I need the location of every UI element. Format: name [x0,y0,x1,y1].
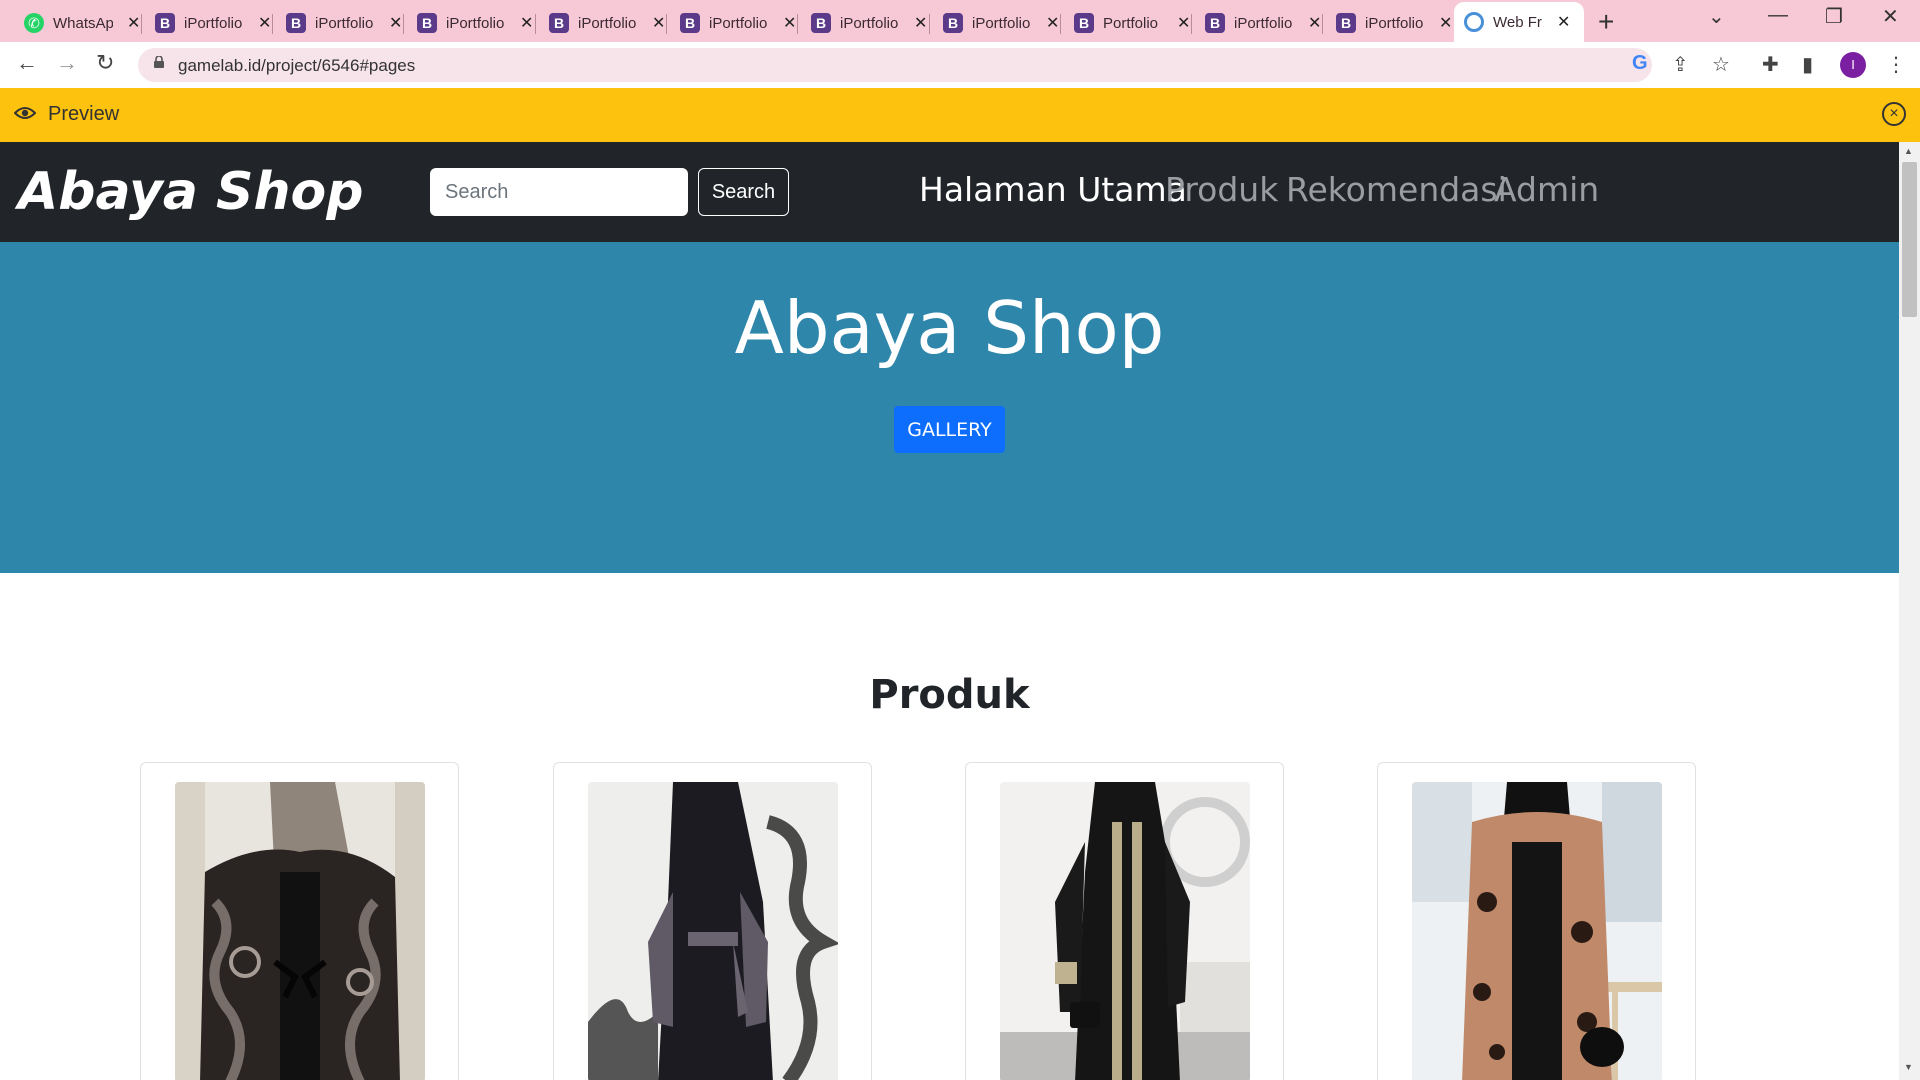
product-image [1412,782,1662,1080]
nav-link-halaman-utama[interactable]: Halaman Utama [919,170,1187,209]
tab-title: Portfolio [1103,14,1159,32]
whatsapp-icon: ✆ [24,13,44,33]
tab-close-icon[interactable]: ✕ [914,13,927,33]
side-panel-icon[interactable]: ▮ [1802,52,1813,77]
browser-tab[interactable]: B iPortfolio ✕ [1195,5,1331,41]
bootstrap-icon: B [943,13,963,33]
minimize-icon[interactable]: — [1768,4,1788,27]
tab-title: iPortfolio [972,14,1031,32]
tab-close-icon[interactable]: ✕ [652,13,665,33]
preview-label: Preview [48,103,120,125]
browser-tab[interactable]: ✆ WhatsApp ✕ [14,5,150,41]
back-arrow-icon[interactable]: ← [16,50,38,76]
gallery-button[interactable]: GALLERY [894,406,1005,453]
browser-tab[interactable]: B iPortfolio ✕ [145,5,281,41]
tab-title: iPortfolio [184,14,243,32]
browser-tab[interactable]: B iPortfolio ✕ [539,5,675,41]
nav-link-admin[interactable]: Admin [1494,170,1599,209]
hero-section: Abaya Shop GALLERY [0,242,1899,573]
extensions-puzzle-icon[interactable]: ✚ [1762,52,1779,77]
search-input[interactable] [430,168,688,216]
tab-close-icon[interactable]: ✕ [1046,13,1059,33]
product-card[interactable] [140,762,459,1080]
tab-close-icon[interactable]: ✕ [1177,13,1190,33]
browser-tab-active[interactable]: Web Fr ✕ [1454,2,1584,42]
product-card[interactable] [553,762,872,1080]
reload-icon[interactable]: ↻ [96,50,114,76]
eye-icon [14,107,36,119]
site-brand[interactable]: Abaya Shop [18,162,363,222]
web-icon [1464,12,1484,32]
browser-tab[interactable]: B iPortfolio ✕ [276,5,412,41]
tab-title: iPortfolio [315,14,374,32]
address-bar[interactable]: gamelab.id/project/6546#pages [138,48,1652,82]
bootstrap-icon: B [1205,13,1225,33]
scroll-up-arrow-icon[interactable]: ▲ [1904,146,1913,156]
preview-bar: Preview × [0,88,1920,142]
nav-link-rekomendasi[interactable]: Rekomendasi [1286,170,1507,209]
close-preview-icon[interactable]: × [1882,102,1906,126]
tab-close-icon[interactable]: ✕ [389,13,402,33]
bootstrap-icon: B [1074,13,1094,33]
tab-close-icon[interactable]: ✕ [783,13,796,33]
restore-icon[interactable]: ❐ [1825,4,1843,29]
tab-close-icon[interactable]: ✕ [1439,13,1452,33]
browser-tab-strip: ✆ WhatsApp ✕ B iPortfolio ✕ B iPortfolio… [0,0,1920,42]
tab-title: iPortfolio [709,14,768,32]
browser-tab[interactable]: B iPortfolio ✕ [801,5,937,41]
product-image [175,782,425,1080]
scrollbar-thumb[interactable] [1902,162,1917,317]
new-tab-plus-icon[interactable]: + [1598,6,1614,38]
bootstrap-icon: B [680,13,700,33]
close-window-icon[interactable]: ✕ [1882,4,1899,29]
product-card[interactable] [965,762,1284,1080]
browser-tab[interactable]: B iPortfolio ✕ [933,5,1069,41]
bootstrap-icon: B [417,13,437,33]
tab-close-icon[interactable]: ✕ [127,13,140,33]
tab-close-icon[interactable]: ✕ [1308,13,1321,33]
tab-close-icon[interactable]: ✕ [1557,12,1570,32]
share-icon[interactable]: ⇪ [1672,52,1689,77]
browser-tab[interactable]: B iPortfolio ✕ [670,5,806,41]
hero-title: Abaya Shop [734,286,1165,370]
site-navbar: Abaya Shop Search Halaman Utama Produk R… [0,142,1899,242]
bookmark-star-icon[interactable]: ☆ [1712,52,1730,77]
bootstrap-icon: B [1336,13,1356,33]
produk-heading: Produk [869,672,1030,718]
url-text[interactable]: gamelab.id/project/6546#pages [178,56,415,76]
tab-title: WhatsApp [53,14,113,32]
product-image [588,782,838,1080]
search-button[interactable]: Search [698,168,789,216]
tab-title: iPortfolio [1365,14,1424,32]
product-image [1000,782,1250,1080]
tab-title: iPortfolio [840,14,899,32]
browser-tab[interactable]: B iPortfolio ✕ [407,5,543,41]
tab-title: iPortfolio [1234,14,1293,32]
google-translate-icon[interactable]: G [1632,52,1648,75]
browser-tab[interactable]: B iPortfolio ✕ [1326,5,1462,41]
forward-arrow-icon[interactable]: → [56,50,78,76]
lock-icon [154,56,164,68]
tab-title: iPortfolio [578,14,637,32]
bootstrap-icon: B [549,13,569,33]
tab-title: iPortfolio [446,14,505,32]
profile-avatar[interactable]: I [1840,52,1866,78]
browser-tab[interactable]: B Portfolio ✕ [1064,5,1200,41]
bootstrap-icon: B [286,13,306,33]
menu-kebab-icon[interactable]: ⋮ [1886,52,1906,77]
bootstrap-icon: B [155,13,175,33]
product-card[interactable] [1377,762,1696,1080]
tab-title: Web Fr [1493,13,1542,31]
nav-link-produk[interactable]: Produk [1165,170,1278,209]
tab-close-icon[interactable]: ✕ [520,13,533,33]
tab-close-icon[interactable]: ✕ [258,13,271,33]
scroll-down-arrow-icon[interactable]: ▼ [1904,1062,1913,1072]
tab-search-chevron-icon[interactable]: ⌄ [1708,4,1725,29]
browser-toolbar: ← → ↻ gamelab.id/project/6546#pages G ⇪ … [0,42,1920,88]
page-viewport: Abaya Shop Search Halaman Utama Produk R… [0,142,1899,1080]
bootstrap-icon: B [811,13,831,33]
